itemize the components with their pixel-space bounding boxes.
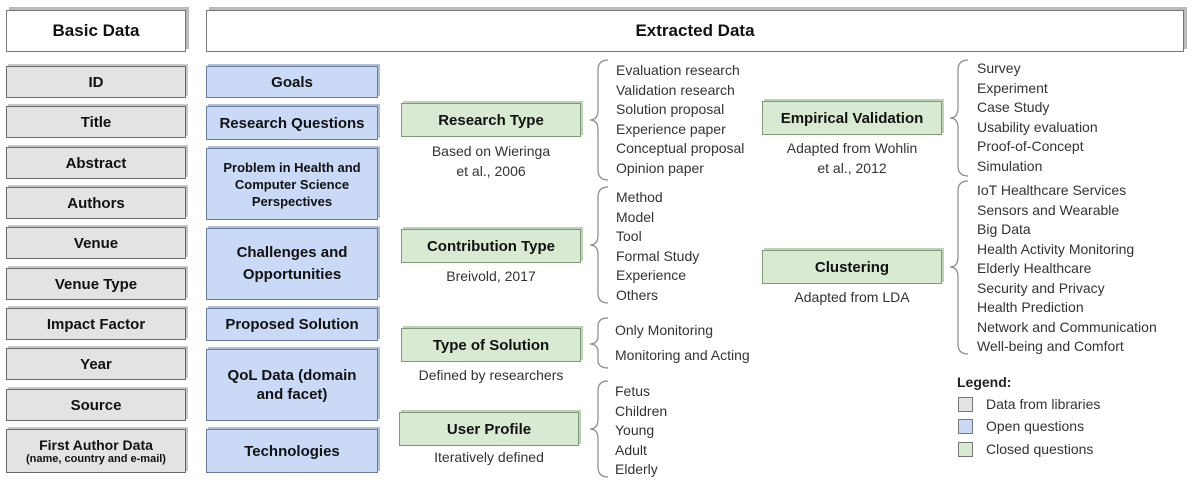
research-type-source: Based on Wieringa et al., 2006 [401, 141, 581, 181]
contribution-type-options: Method Model Tool Formal Study Experienc… [616, 188, 699, 305]
contribution-type-label: Contribution Type [426, 237, 556, 255]
list-item: Children [615, 402, 668, 419]
list-item: Others [616, 286, 659, 303]
list-item: Experience paper [616, 120, 726, 137]
list-item: Adult [615, 441, 647, 458]
list-item: Young [615, 422, 655, 438]
contribution-type-source-line: Breivold, 2017 [446, 268, 536, 284]
list-item: Only Monitoring [615, 322, 714, 338]
list-item: Well-being and Comfort [977, 338, 1124, 354]
list-item: Experiment [977, 79, 1048, 96]
empirical-validation-options: Survey Experiment Case Study Usability e… [977, 59, 1098, 176]
list-item: Method [616, 189, 663, 205]
list-item: Evaluation research [616, 62, 740, 78]
list-item: Solution proposal [616, 101, 725, 117]
type-of-solution-option-1: Only Monitoring [615, 320, 713, 340]
clustering-source-line: Adapted from LDA [794, 289, 910, 305]
list-item: Usability evaluation [977, 118, 1098, 135]
research-type-source-line-2: et al., 2006 [456, 163, 526, 179]
closed-question-clustering: Clustering [762, 250, 942, 284]
closed-question-user-profile: User Profile [399, 412, 579, 446]
clustering-options: IoT Healthcare Services Sensors and Wear… [977, 181, 1157, 357]
brace-user-profile [589, 380, 609, 478]
list-item: IoT Healthcare Services [977, 182, 1127, 198]
brace-empirical-validation [949, 59, 969, 177]
list-item: Conceptual proposal [616, 140, 745, 156]
list-item: Case Study [977, 99, 1050, 115]
closed-question-contribution-type: Contribution Type [401, 229, 581, 263]
research-type-options: Evaluation research Validation research … [616, 61, 744, 178]
empirical-validation-source-line-1: Adapted from Wohlin [786, 140, 918, 156]
empirical-validation-label: Empirical Validation [780, 109, 924, 127]
list-item: Survey [977, 60, 1021, 76]
list-item: Proof-of-Concept [977, 138, 1084, 154]
user-profile-label: User Profile [446, 420, 532, 438]
user-profile-source-line: Iteratively defined [434, 449, 544, 465]
list-item: Experience [616, 267, 687, 283]
list-item: Opinion paper [616, 159, 704, 176]
list-item: Tool [616, 228, 642, 244]
type-of-solution-source: Defined by researchers [401, 365, 581, 385]
list-item: Security and Privacy [977, 279, 1105, 296]
list-item: Sensors and Wearable [977, 201, 1120, 218]
legend-swatch-libraries [958, 397, 973, 412]
legend-label-closed: Closed questions [986, 441, 1094, 457]
legend-label-libraries: Data from libraries [986, 396, 1101, 412]
list-item: Formal Study [616, 247, 700, 264]
legend-swatch-closed [958, 442, 973, 457]
clustering-source: Adapted from LDA [762, 287, 942, 307]
list-item: Model [616, 208, 655, 225]
list-item: Health Prediction [977, 299, 1084, 315]
list-item: Big Data [977, 221, 1031, 237]
legend-label-open: Open questions [986, 418, 1085, 434]
user-profile-options: Fetus Children Young Adult Elderly [615, 382, 667, 480]
contribution-type-source: Breivold, 2017 [401, 266, 581, 286]
type-of-solution-option-2: Monitoring and Acting [615, 345, 750, 365]
list-item: Fetus [615, 383, 651, 399]
closed-question-type-of-solution: Type of Solution [401, 328, 581, 362]
list-item: Elderly [615, 461, 658, 477]
brace-type-of-solution [589, 317, 609, 369]
brace-research-type [589, 59, 609, 181]
empirical-validation-source: Adapted from Wohlin et al., 2012 [762, 138, 942, 178]
closed-question-empirical-validation: Empirical Validation [762, 101, 942, 135]
research-type-label: Research Type [438, 111, 544, 129]
user-profile-source: Iteratively defined [399, 447, 579, 467]
list-item: Monitoring and Acting [615, 347, 750, 363]
list-item: Network and Communication [977, 318, 1157, 335]
research-type-source-line-1: Based on Wieringa [431, 143, 551, 159]
list-item: Simulation [977, 157, 1043, 174]
clustering-label: Clustering [814, 258, 890, 276]
list-item: Validation research [616, 81, 735, 98]
legend-swatch-open [958, 419, 973, 434]
legend-title: Legend: [957, 374, 1012, 390]
type-of-solution-source-line: Defined by researchers [418, 367, 564, 383]
closed-question-research-type: Research Type [401, 103, 581, 137]
list-item: Elderly Healthcare [977, 260, 1092, 276]
brace-contribution-type [589, 186, 609, 304]
list-item: Health Activity Monitoring [977, 240, 1135, 257]
type-of-solution-label: Type of Solution [432, 336, 550, 354]
brace-clustering [949, 180, 969, 355]
empirical-validation-source-line-2: et al., 2012 [817, 160, 887, 176]
